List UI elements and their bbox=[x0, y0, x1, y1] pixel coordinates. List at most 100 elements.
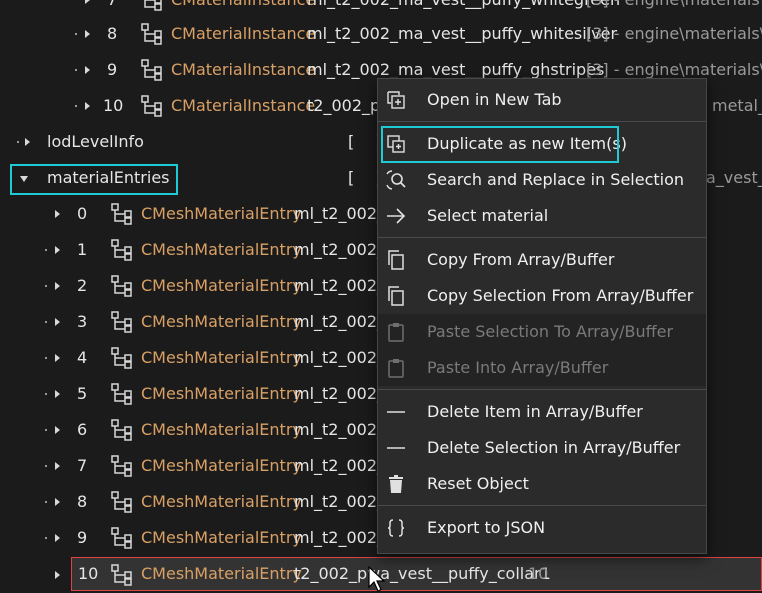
context-menu: Open in New Tab Duplicate as new Item(s)… bbox=[377, 78, 707, 554]
menu-item-select-material[interactable]: Select material bbox=[378, 198, 706, 234]
clipboard-icon bbox=[388, 359, 404, 378]
menu-item-label: Export to JSON bbox=[427, 518, 546, 537]
node-icon bbox=[111, 491, 132, 513]
expand-arrow-icon[interactable] bbox=[85, 66, 90, 74]
expand-arrow-icon[interactable] bbox=[55, 246, 60, 254]
row-index: 0 bbox=[77, 204, 88, 223]
row-type: CMeshMaterialEntry bbox=[141, 312, 302, 331]
highlight-box bbox=[381, 126, 619, 163]
tree-connector bbox=[45, 285, 47, 287]
tree-connector bbox=[75, 33, 77, 35]
row-type: CMeshMaterialEntry bbox=[141, 564, 302, 583]
row-type: CMeshMaterialEntry bbox=[141, 492, 302, 511]
menu-item-open-new-tab[interactable]: Open in New Tab bbox=[378, 82, 706, 118]
expand-arrow-icon[interactable] bbox=[85, 0, 90, 4]
row-index: 4 bbox=[77, 348, 88, 367]
expand-arrow-icon[interactable] bbox=[55, 498, 60, 506]
menu-item-search-replace[interactable]: Search and Replace in Selection bbox=[378, 162, 706, 198]
menu-separator bbox=[378, 505, 706, 506]
menu-item-label: Search and Replace in Selection bbox=[427, 170, 685, 189]
node-icon bbox=[111, 275, 132, 297]
node-icon bbox=[141, 59, 162, 81]
menu-item-label: Reset Object bbox=[427, 474, 529, 493]
expand-arrow-icon[interactable] bbox=[55, 390, 60, 398]
expand-arrow-icon[interactable] bbox=[85, 102, 90, 110]
expand-arrow-icon[interactable] bbox=[55, 282, 60, 290]
node-icon bbox=[111, 203, 132, 225]
expand-arrow-icon[interactable] bbox=[55, 318, 60, 326]
row-type: CMeshMaterialEntry bbox=[141, 528, 302, 547]
menu-item-label: Delete Selection in Array/Buffer bbox=[427, 438, 681, 457]
tree-connector bbox=[75, 105, 77, 107]
row-extra: metal_ba bbox=[712, 96, 762, 115]
row-index: 6 bbox=[77, 420, 88, 439]
expand-arrow-icon[interactable] bbox=[55, 426, 60, 434]
row-value: t2_002_pwa_vest__puffy_collar1 bbox=[294, 564, 551, 583]
highlight-box bbox=[10, 164, 178, 195]
row-index: 1 bbox=[77, 240, 88, 259]
new-tab-icon bbox=[387, 91, 405, 109]
menu-item-label: Open in New Tab bbox=[427, 90, 562, 109]
row-index: 10 bbox=[78, 564, 99, 583]
node-icon bbox=[111, 455, 132, 477]
tree-row-mesh-entry-10-selected[interactable]: 10 CMeshMaterialEntry t2_002_pwa_vest__p… bbox=[71, 557, 762, 591]
menu-item-copy-selection-from-array[interactable]: Copy Selection From Array/Buffer bbox=[378, 278, 706, 314]
tree-connector bbox=[45, 429, 47, 431]
expand-arrow-icon[interactable] bbox=[55, 571, 60, 579]
tree-connector bbox=[45, 321, 47, 323]
menu-item-reset-object[interactable]: Reset Object bbox=[378, 466, 706, 502]
menu-separator bbox=[378, 389, 706, 390]
expand-arrow-icon[interactable] bbox=[55, 354, 60, 362]
minus-icon bbox=[387, 411, 405, 413]
menu-item-label: Copy Selection From Array/Buffer bbox=[427, 286, 694, 305]
minus-icon bbox=[387, 447, 405, 449]
row-index: 3 bbox=[77, 312, 88, 331]
tree-connector bbox=[75, 69, 77, 71]
braces-icon bbox=[387, 519, 405, 537]
menu-item-copy-from-array[interactable]: Copy From Array/Buffer bbox=[378, 242, 706, 278]
menu-item-paste-into-array: Paste Into Array/Buffer bbox=[378, 350, 706, 386]
row-index: 9 bbox=[107, 60, 118, 79]
trash-icon bbox=[389, 475, 403, 493]
tree-connector bbox=[45, 537, 47, 539]
expand-arrow-icon[interactable] bbox=[85, 30, 90, 38]
row-index: 5 bbox=[77, 384, 88, 403]
node-icon bbox=[141, 0, 162, 11]
menu-separator bbox=[378, 237, 706, 238]
expand-arrow-icon[interactable] bbox=[55, 534, 60, 542]
copy-icon bbox=[388, 250, 404, 270]
expand-arrow-icon[interactable] bbox=[25, 138, 30, 146]
row-extra: a_vest__ bbox=[706, 168, 762, 187]
arrow-right-icon bbox=[387, 208, 406, 224]
node-icon bbox=[141, 23, 162, 45]
expand-arrow-icon[interactable] bbox=[55, 210, 60, 218]
row-index: 9 bbox=[77, 528, 88, 547]
row-value: ml_t2_002_ma_vest__puffy_whitesilver bbox=[307, 24, 618, 43]
tree-row-mesh-entry-10-gutter bbox=[0, 557, 70, 593]
row-type: CMaterialInstance bbox=[171, 24, 316, 43]
tree-row-material-instance-8[interactable]: 8 CMaterialInstance ml_t2_002_ma_vest__p… bbox=[0, 16, 762, 52]
row-type: CMeshMaterialEntry bbox=[141, 348, 302, 367]
clipboard-icon bbox=[388, 323, 404, 342]
row-type: CMeshMaterialEntry bbox=[141, 240, 302, 259]
node-icon bbox=[111, 311, 132, 333]
node-icon bbox=[111, 527, 132, 549]
node-icon bbox=[111, 239, 132, 261]
row-type: CMeshMaterialEntry bbox=[141, 276, 302, 295]
row-extra: [3] - engine\materials\m bbox=[586, 24, 762, 43]
row-index: 8 bbox=[77, 492, 88, 511]
mouse-cursor-icon bbox=[368, 566, 386, 592]
tree-connector bbox=[45, 393, 47, 395]
expand-arrow-icon[interactable] bbox=[55, 462, 60, 470]
menu-item-label: Paste Into Array/Buffer bbox=[427, 358, 609, 377]
row-type: CMaterialInstance bbox=[171, 96, 316, 115]
menu-item-export-json[interactable]: Export to JSON bbox=[378, 510, 706, 546]
row-type: CMeshMaterialEntry bbox=[141, 456, 302, 475]
copy-icon bbox=[388, 286, 404, 306]
row-type: CMeshMaterialEntry bbox=[141, 204, 302, 223]
tree-connector bbox=[45, 249, 47, 251]
menu-item-delete-selection[interactable]: Delete Selection in Array/Buffer bbox=[378, 430, 706, 466]
node-icon bbox=[111, 419, 132, 441]
menu-item-delete-item[interactable]: Delete Item in Array/Buffer bbox=[378, 394, 706, 430]
row-index: 8 bbox=[107, 24, 118, 43]
